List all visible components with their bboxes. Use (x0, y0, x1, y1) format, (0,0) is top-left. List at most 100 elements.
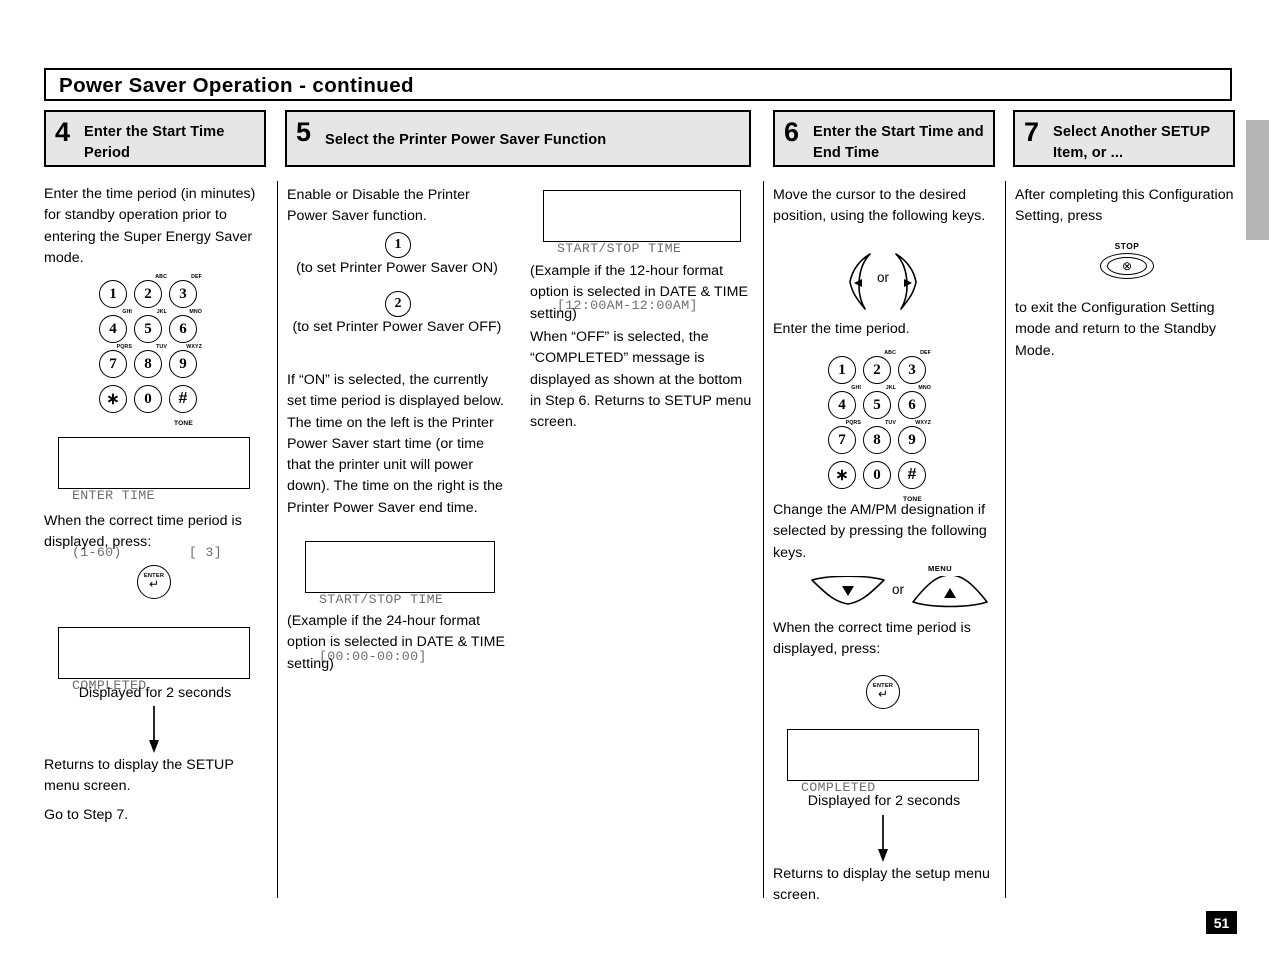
step6-enter-period-text: Enter the time period. (773, 321, 910, 337)
keypad-key-2[interactable]: 2 ABC (131, 274, 167, 312)
step-header-4: 4 Enter the Start Time Period (44, 110, 266, 167)
keypad-key-label: 9 (898, 426, 926, 454)
lcd-line-1: ENTER TIME (72, 488, 155, 503)
keypad-key-0[interactable]: 0 (860, 458, 895, 493)
keypad-key-4[interactable]: 4 GHI (96, 309, 132, 347)
step-title-5: Select the Printer Power Saver Function (325, 132, 607, 148)
step5-intro-text: Enable or Disable the Printer Power Save… (287, 187, 470, 225)
keypad-key-label: 4 (828, 391, 856, 419)
updown-arrow-keys[interactable]: MENU or (810, 564, 990, 612)
keypad-key-letters: PQRS (116, 344, 132, 350)
key-1-button[interactable]: 1 (385, 232, 411, 258)
keypad-key-label: 6 (898, 391, 926, 419)
step4-goto-text: Go to Step 7. (44, 807, 129, 823)
keypad-key-8[interactable]: 8 TUV (131, 344, 167, 382)
keypad-key-1[interactable]: 1 (96, 277, 131, 312)
keypad-key-hash[interactable]: # TONE (166, 382, 201, 427)
keypad-key-9[interactable]: 9 WXYZ (895, 420, 931, 458)
keypad-key-0[interactable]: 0 (131, 382, 166, 417)
enter-button[interactable]: ENTER ↵ (866, 675, 900, 709)
keypad-key-5[interactable]: 5 JKL (131, 309, 167, 347)
keypad-key-label: 5 (863, 391, 891, 419)
keypad-key-label: 8 (863, 426, 891, 454)
lr-or-label: or (876, 270, 889, 285)
step5-key-on-caption: (to set Printer Power Saver ON) (296, 260, 498, 276)
keypad-key-6[interactable]: 6 MNO (166, 309, 202, 347)
keypad-key-3[interactable]: 3 DEF (166, 274, 202, 312)
lcd-completed: COMPLETED (787, 729, 979, 795)
step4-display-note: Displayed for 2 seconds (78, 685, 232, 701)
step-number-7: 7 (1024, 117, 1040, 147)
step-number-5: 5 (296, 117, 312, 147)
keypad-key-label: 0 (863, 461, 891, 489)
keypad-key-label: 5 (134, 315, 162, 343)
step-header-7: 7 Select Another SETUP Item, or ... (1013, 110, 1235, 167)
keypad-key-label: ∗ (99, 385, 127, 413)
keypad-key-2[interactable]: 2 ABC (860, 350, 896, 388)
step-header-5: 5 Select the Printer Power Saver Functio… (285, 110, 751, 167)
lcd-start-stop-24h: START/STOP TIME [00:00-00:00] (305, 541, 495, 664)
keypad-key-label: # (169, 385, 197, 413)
enter-arrow-icon: ↵ (148, 577, 160, 592)
keypad-key-label: 7 (828, 426, 856, 454)
keypad-key-label: 3 (898, 356, 926, 384)
keypad-key-label: 6 (169, 315, 197, 343)
keypad-key-letters: PQRS (845, 420, 861, 426)
keypad-key-letters: MNO (189, 309, 202, 315)
lcd-line-1: START/STOP TIME (557, 241, 682, 256)
keypad-key-letters: WXYZ (915, 420, 931, 426)
cursor-arrow-keys[interactable]: or (838, 252, 928, 310)
enter-button[interactable]: ENTER ↵ (137, 565, 171, 599)
numeric-keypad[interactable]: 1 2 ABC 3 DEF 4 GHI 5 JKL 6 MNO 7 PQRS 8 TUV 9 WXYZ ∗ 0 # TO… (825, 350, 931, 503)
step4-press-prompt: When the correct time period is displaye… (44, 513, 242, 551)
keypad-key-3[interactable]: 3 DEF (895, 350, 931, 388)
section-tab-marker (1246, 120, 1269, 240)
keypad-key-star[interactable]: ∗ (825, 458, 860, 493)
keypad-key-4[interactable]: 4 GHI (825, 385, 861, 423)
step5-key-off-caption: (to set Printer Power Saver OFF) (292, 319, 502, 335)
step6-press-prompt: When the correct time period is displaye… (773, 620, 971, 658)
step5-off-paragraph: When “OFF” is selected, the “COMPLETED” … (530, 329, 752, 431)
keypad-key-6[interactable]: 6 MNO (895, 385, 931, 423)
keypad-key-star[interactable]: ∗ (96, 382, 131, 417)
key-2-button[interactable]: 2 (385, 291, 411, 317)
step-header-6: 6 Enter the Start Time and End Time (773, 110, 995, 167)
stop-symbol-icon: ⊗ (1121, 259, 1133, 273)
step6-returns-text: Returns to display the setup menu screen… (773, 866, 990, 904)
keypad-key-7[interactable]: 7 PQRS (825, 420, 861, 458)
step-number-6: 6 (784, 117, 800, 147)
keypad-key-8[interactable]: 8 TUV (860, 420, 896, 458)
keypad-key-label: 8 (134, 350, 162, 378)
keypad-key-letters: WXYZ (186, 344, 202, 350)
keypad-tone-label: TONE (174, 420, 193, 427)
keypad-key-hash[interactable]: # TONE (895, 458, 930, 503)
lcd-enter-time: ENTER TIME (1-60) [ 3] (58, 437, 250, 560)
keypad-key-label: 2 (863, 356, 891, 384)
keypad-key-label: 3 (169, 280, 197, 308)
keypad-key-5[interactable]: 5 JKL (860, 385, 896, 423)
keypad-key-letters: DEF (191, 274, 202, 280)
keypad-key-label: 1 (99, 280, 127, 308)
keypad-key-label: 1 (828, 356, 856, 384)
column-divider (1005, 181, 1006, 898)
lcd-start-stop-12h: START/STOP TIME [12:00AM-12:00AM] (543, 190, 741, 313)
keypad-key-label: 9 (169, 350, 197, 378)
keypad-key-1[interactable]: 1 (825, 353, 860, 388)
step5-note-24h: (Example if the 24-hour format option is… (287, 613, 505, 672)
keypad-key-label: # (898, 461, 926, 489)
step6-display-note: Displayed for 2 seconds (807, 793, 961, 809)
stop-button[interactable]: STOP ⊗ (1100, 241, 1154, 281)
keypad-key-label: 7 (99, 350, 127, 378)
keypad-key-9[interactable]: 9 WXYZ (166, 344, 202, 382)
keypad-key-label: ∗ (828, 461, 856, 489)
step7-outro-text: to exit the Configuration Setting mode a… (1015, 300, 1217, 359)
step5-note-12h: (Example if the 12-hour format option is… (530, 263, 748, 322)
step4-intro-text: Enter the time period (in minutes) for s… (44, 186, 256, 266)
page-number-badge: 51 (1206, 911, 1237, 934)
page-title-bar: Power Saver Operation - continued (44, 68, 1232, 101)
keypad-key-7[interactable]: 7 PQRS (96, 344, 132, 382)
numeric-keypad[interactable]: 1 2 ABC 3 DEF 4 GHI 5 JKL 6 MNO 7 PQRS 8 TUV 9 WXYZ ∗ 0 # TO… (96, 274, 202, 427)
keypad-key-letters: MNO (918, 385, 931, 391)
stop-button-label: STOP (1114, 241, 1140, 251)
menu-label: MENU (928, 564, 952, 573)
